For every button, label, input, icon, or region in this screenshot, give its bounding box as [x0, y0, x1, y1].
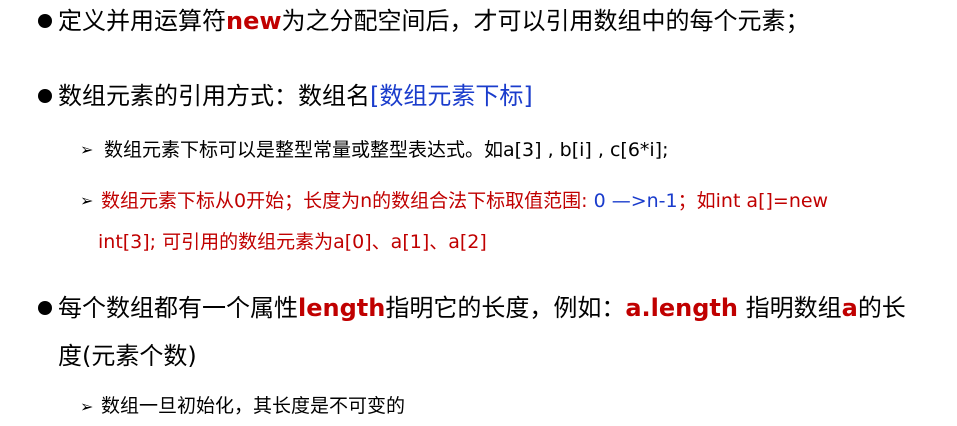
bullet3-mid: 指明它的长度，例如： [385, 294, 626, 322]
bullet2-bracket: [数组元素下标] [370, 82, 533, 110]
bullet3-var: a [841, 294, 858, 322]
bullet-dot-1 [38, 14, 52, 28]
bullet3-mid2: 指明数组 [737, 294, 842, 322]
bullet3-pre: 每个数组都有一个属性 [58, 294, 298, 322]
bullet-dot-2 [38, 89, 52, 103]
sub-line-2b: int[3]; 可引用的数组元素为a[0]、a[1]、a[2] [98, 233, 487, 252]
sub-line-2: 数组元素下标从0开始；长度为n的数组合法下标取值范围: 0 —>n-1；如int… [101, 192, 828, 211]
bullet3-expr: a.length [625, 294, 738, 322]
bullet1-post: 为之分配空间后，才可以引用数组中的每个元素； [281, 7, 810, 35]
bullet1-keyword: new [226, 7, 282, 35]
sub2-line2: int[3]; 可引用的数组元素为a[0]、a[1]、a[2] [98, 231, 487, 253]
sub3-arrow-icon: ➢ [80, 397, 94, 416]
sub2-pre: 数组元素下标从0开始；长度为n的数组合法下标取值范围: [101, 190, 594, 212]
sub-line-3: 数组一旦初始化，其长度是不可变的 [101, 397, 405, 416]
bullet-line-3b: 度(元素个数) [58, 344, 197, 368]
sub3-text: 数组一旦初始化，其长度是不可变的 [101, 395, 406, 417]
bullet2-pre: 数组元素的引用方式：数组名 [58, 82, 370, 110]
sub1-text: 数组元素下标可以是整型常量或整型表达式。如a[3] , b[i] , c[6*i… [104, 139, 669, 161]
bullet3-post: 的长 [857, 294, 906, 322]
bullet3-line2: 度(元素个数) [58, 342, 197, 370]
bullet3-keyword: length [298, 294, 386, 322]
sub2-post: ；如int a[]=new [677, 190, 829, 212]
bullet1-pre: 定义并用运算符 [58, 7, 226, 35]
bullet-line-3: 每个数组都有一个属性length指明它的长度，例如：a.length 指明数组a… [58, 296, 906, 320]
bullet-line-1: 定义并用运算符new为之分配空间后，才可以引用数组中的每个元素； [58, 9, 810, 33]
sub-line-1: 数组元素下标可以是整型常量或整型表达式。如a[3] , b[i] , c[6*i… [104, 141, 669, 160]
sub2-arrow-icon: ➢ [80, 191, 94, 210]
sub1-arrow-icon: ➢ [80, 140, 94, 159]
sub2-range: 0 —>n-1 [593, 190, 678, 212]
bullet-dot-3 [38, 301, 52, 315]
bullet-line-2: 数组元素的引用方式：数组名[数组元素下标] [58, 84, 533, 108]
